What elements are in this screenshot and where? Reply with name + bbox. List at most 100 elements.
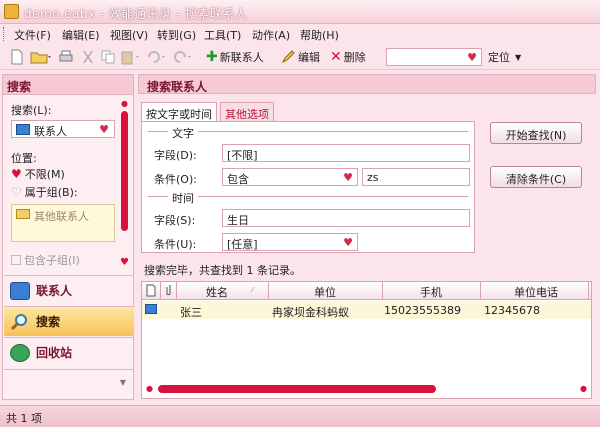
locate-button[interactable]: 定位 ▼ (488, 48, 521, 66)
column-separator[interactable] (480, 282, 481, 300)
plus-icon: ✚ (206, 49, 218, 65)
undo-button[interactable] (146, 48, 168, 66)
radio-in-group[interactable]: ♡ 属于组(B): (11, 184, 78, 200)
field-label: 字段(D): (154, 149, 197, 162)
menu-edit[interactable]: 编辑(E) (62, 27, 100, 43)
column-header-phone[interactable]: 单位电话 (514, 284, 558, 300)
scroll-right-icon: ● (580, 384, 587, 393)
print-icon (59, 50, 73, 62)
folder-icon (16, 209, 30, 219)
column-separator[interactable] (382, 282, 383, 300)
cell-name: 张三 (180, 306, 202, 319)
pencil-icon (281, 50, 295, 64)
table-horizontal-scrollbar[interactable]: ● ● (146, 384, 587, 394)
app-icon (4, 4, 19, 19)
time-condition-select-value: [任意] (227, 238, 258, 251)
radio-unlimited[interactable]: ♥ 不限(M) (11, 166, 65, 182)
copy-button[interactable] (100, 48, 116, 66)
window-title: demo.eabx - 效能通讯录 - 搜索联系人 (24, 7, 248, 21)
tab-other-options[interactable]: 其他选项 (220, 102, 274, 122)
field-select-value: [不限] (227, 149, 258, 162)
text-section-title: 文字 (168, 125, 198, 141)
field-select[interactable]: [不限] (222, 144, 470, 162)
contacts-icon (10, 281, 30, 300)
document-icon (146, 284, 156, 297)
condition-text-input[interactable]: zs (362, 168, 470, 186)
nav-recycle[interactable]: 回收站 (4, 337, 134, 367)
table-scroll-thumb[interactable] (158, 385, 436, 393)
redo-button[interactable] (172, 48, 194, 66)
sidebar-scrollbar[interactable]: ● ♥ (120, 99, 129, 271)
sidebar-search-panel: 搜索(L): 联系人 ♥ 位置: ♥ 不限(M) ♡ 属于组(B): 其他联系人… (3, 96, 121, 274)
menu-view[interactable]: 视图(V) (110, 27, 148, 43)
column-separator[interactable] (160, 282, 161, 300)
nav-contacts-label: 联系人 (36, 284, 73, 298)
recycle-icon (10, 343, 30, 362)
cut-button[interactable] (80, 48, 96, 66)
new-contact-button[interactable]: ✚ 新联系人 (206, 48, 264, 66)
heart-radio-checked-icon: ♥ (11, 167, 22, 181)
table-row[interactable]: 张三 冉家坝金科蚂蚁 15023555389 12345678 (142, 301, 591, 319)
column-header-mobile[interactable]: 手机 (420, 284, 442, 300)
condition-select[interactable]: 包含 ♥ (222, 168, 358, 186)
condition-select-value: 包含 (227, 173, 249, 186)
nav-search-label: 搜索 (36, 315, 61, 329)
radio-unlimited-label: 不限(M) (24, 168, 65, 181)
group-item-label: 其他联系人 (34, 210, 89, 223)
checkbox-icon (11, 255, 21, 265)
open-button[interactable] (30, 48, 52, 66)
sidebar-scroll-thumb[interactable] (121, 111, 128, 231)
cell-mobile: 15023555389 (384, 304, 461, 317)
magnifier-icon (10, 313, 27, 330)
menu-tools[interactable]: 工具(T) (204, 27, 241, 43)
nav-contacts[interactable]: 联系人 (4, 275, 134, 305)
column-header-name[interactable]: 姓名 (206, 284, 228, 300)
cell-phone: 12345678 (484, 304, 540, 317)
print-button[interactable] (58, 48, 74, 66)
status-item-count: 共 1 项 (6, 412, 42, 425)
search-criteria-panel: 文字 字段(D): [不限] 条件(O): 包含 ♥ zs 时间 字段(S): … (141, 121, 475, 253)
search-type-select[interactable]: 联系人 ♥ (11, 120, 115, 138)
edit-button[interactable]: 编辑 (280, 48, 320, 66)
group-list[interactable]: 其他联系人 (11, 204, 115, 242)
chevron-down-icon: ▼ (119, 378, 126, 387)
time-condition-select[interactable]: [任意] ♥ (222, 233, 358, 251)
include-subgroups-checkbox[interactable]: 包含子组(I) (11, 252, 80, 268)
copy-icon (101, 50, 115, 64)
nav-search[interactable]: 搜索 (4, 306, 134, 336)
scroll-up-icon: ● (121, 99, 128, 108)
toolbar: ✚ 新联系人 编辑 ✕ 删除 ♥ 定位 ▼ (0, 44, 600, 70)
menu-file[interactable]: 文件(F) (14, 27, 51, 43)
delete-button[interactable]: ✕ 删除 (330, 48, 366, 66)
menu-action[interactable]: 动作(A) (252, 27, 290, 43)
sidebar: 搜索 搜索(L): 联系人 ♥ 位置: ♥ 不限(M) ♡ 属于组(B): 其他… (2, 74, 134, 400)
search-result-message: 搜索完毕，共查找到 1 条记录。 (144, 264, 301, 277)
clear-conditions-button[interactable]: 清除条件(C) (490, 166, 582, 188)
sidebar-header: 搜索 (3, 75, 133, 95)
paste-button[interactable] (120, 48, 142, 66)
new-file-button[interactable] (10, 48, 24, 66)
column-separator[interactable] (588, 282, 589, 300)
locate-combo[interactable]: ♥ (386, 48, 482, 66)
column-separator[interactable] (176, 282, 177, 300)
menu-goto[interactable]: 转到(G) (157, 27, 196, 43)
delete-label: 删除 (343, 51, 366, 64)
contact-card-icon (16, 124, 30, 135)
paperclip-icon (166, 285, 171, 296)
menu-help[interactable]: 帮助(H) (300, 27, 339, 43)
column-separator[interactable] (268, 282, 269, 300)
open-folder-icon (30, 52, 51, 64)
nav-options[interactable]: ▼ (4, 369, 134, 399)
title-bar: demo.eabx - 效能通讯录 - 搜索联系人 (0, 0, 600, 24)
start-search-button[interactable]: 开始查找(N) (490, 122, 582, 144)
time-field-select[interactable]: 生日 (222, 209, 470, 227)
edit-label: 编辑 (298, 51, 320, 64)
time-field-label: 字段(S): (154, 214, 196, 227)
menu-grip[interactable] (3, 27, 6, 41)
column-header-company[interactable]: 单位 (314, 284, 336, 300)
search-type-value: 联系人 (34, 125, 67, 138)
new-file-icon (11, 49, 23, 65)
sort-icon: ⁄ (252, 286, 254, 294)
tab-text-time[interactable]: 按文字或时间 (141, 102, 217, 122)
scroll-down-icon: ♥ (120, 257, 129, 268)
